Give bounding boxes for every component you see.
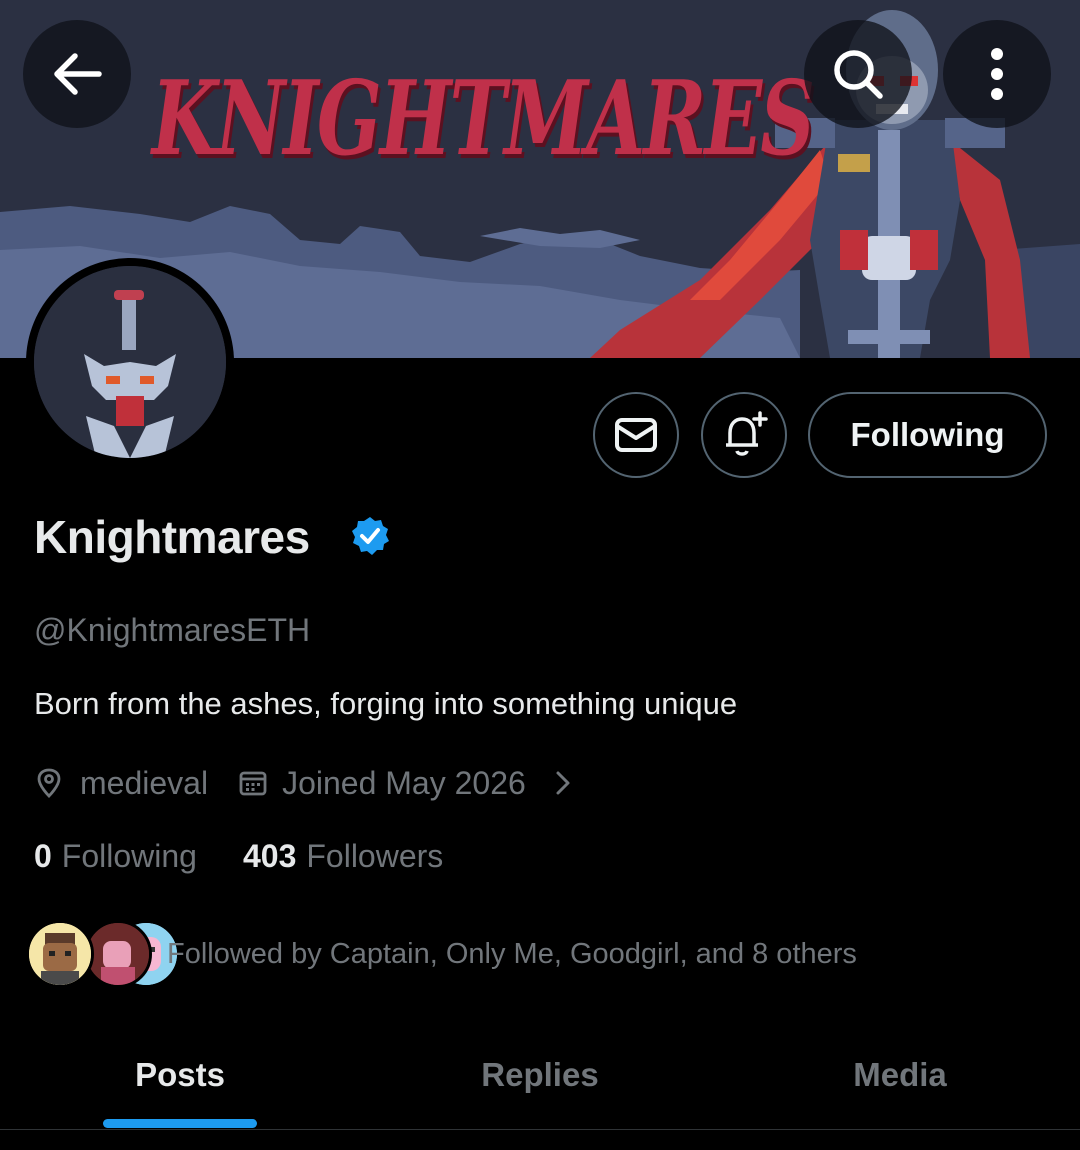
display-name: Knightmares	[34, 511, 310, 563]
joined-label: Joined May 2026	[282, 764, 526, 801]
profile-tabs: Posts Replies Media	[0, 1020, 1080, 1130]
followed-by-text: Followed by Captain, Only Me, Goodgirl, …	[167, 938, 857, 970]
more-button[interactable]	[943, 20, 1051, 128]
message-button[interactable]	[593, 392, 679, 478]
tab-replies[interactable]: Replies	[360, 1020, 720, 1130]
active-tab-indicator	[103, 1119, 257, 1128]
banner-logo: KNIGHTMARES	[143, 58, 822, 179]
back-button[interactable]	[23, 20, 131, 128]
profile-avatar[interactable]	[26, 258, 234, 466]
followers-link[interactable]: 403 Followers	[243, 838, 443, 875]
search-button[interactable]	[804, 20, 912, 128]
location-pin-icon	[34, 768, 64, 798]
profile-bio: Born from the ashes, forging into someth…	[34, 686, 738, 721]
profile-meta: medieval Joined May 2026	[34, 762, 578, 804]
follow-counts: 0 Following 403 Followers	[34, 838, 443, 875]
arrow-left-icon	[54, 53, 102, 95]
tab-posts[interactable]: Posts	[0, 1020, 360, 1130]
user-handle: @KnightmaresETH	[34, 612, 311, 648]
bell-plus-icon	[726, 411, 768, 456]
location-label: medieval	[80, 764, 209, 801]
tab-media[interactable]: Media	[720, 1020, 1080, 1130]
following-link[interactable]: 0 Following	[34, 838, 197, 875]
chevron-right-icon[interactable]	[548, 768, 578, 798]
envelope-icon	[615, 418, 657, 452]
following-button[interactable]: Following	[808, 392, 1047, 478]
notify-button[interactable]	[701, 392, 787, 478]
following-count: 0	[34, 838, 52, 874]
follower-avatar	[26, 920, 94, 988]
calendar-icon	[238, 768, 268, 798]
search-icon	[834, 50, 883, 99]
followers-count-label: Followers	[306, 838, 444, 874]
tabs-divider	[0, 1129, 1080, 1130]
avatar-image	[34, 266, 226, 458]
followers-count: 403	[242, 838, 297, 874]
verified-badge-icon[interactable]	[350, 516, 390, 556]
more-vertical-icon	[991, 48, 1003, 100]
following-count-label: Following	[61, 838, 197, 874]
follower-avatar	[84, 920, 152, 988]
